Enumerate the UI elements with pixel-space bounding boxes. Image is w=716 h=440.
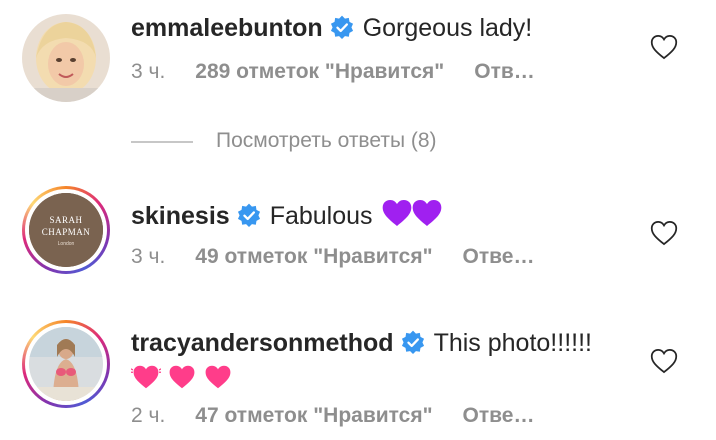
avatar-logo-line3: London (58, 241, 75, 247)
username[interactable]: emmaleebunton (131, 14, 323, 42)
verified-badge-icon (237, 203, 260, 228)
comment-line: emmaleebunton Gorgeous lady! (131, 13, 532, 43)
heart-outline-icon[interactable] (650, 348, 678, 374)
comment-text: Gorgeous lady! (362, 14, 533, 42)
comment-line: tracyandersonmethod This photo!!!!!! (131, 328, 592, 358)
timestamp: 3 ч. (131, 245, 166, 268)
timestamp: 2 ч. (131, 404, 166, 427)
reply-button[interactable]: Отве… (463, 404, 535, 427)
divider (131, 141, 193, 143)
comment-meta: 2 ч. 47 отметок "Нравится" Отве… (131, 404, 564, 428)
reply-button[interactable]: Отве… (463, 245, 535, 268)
pink-heart-emoji (169, 365, 195, 389)
likes-count[interactable]: 289 отметок "Нравится" (195, 60, 444, 83)
comment-line: skinesis Fabulous (131, 198, 444, 231)
timestamp: 3 ч. (131, 60, 166, 83)
comment-text: Fabulous (269, 202, 373, 230)
comment-text: This photo!!!!!! (433, 329, 592, 357)
verified-badge-icon (330, 15, 353, 40)
avatar[interactable]: SARAH CHAPMAN London (22, 186, 110, 274)
brand-logo: SARAH CHAPMAN London (29, 193, 103, 267)
comment-meta: 3 ч. 49 отметок "Нравится" Отве… (131, 245, 564, 269)
view-replies-label: Посмотреть ответы (8) (216, 129, 437, 152)
pink-heart-emoji (131, 365, 161, 389)
likes-count[interactable]: 49 отметок "Нравится" (195, 245, 432, 268)
purple-heart-emoji (382, 200, 411, 226)
username[interactable]: skinesis (131, 202, 230, 230)
pink-heart-emoji (205, 365, 231, 389)
heart-outline-icon[interactable] (650, 220, 678, 246)
emoji-line (131, 364, 233, 391)
verified-badge-icon (401, 330, 424, 355)
avatar-logo-line2: CHAPMAN (42, 227, 91, 237)
purple-heart-emoji (412, 200, 441, 226)
heart-outline-icon[interactable] (650, 34, 678, 60)
avatar[interactable] (22, 320, 110, 408)
likes-count[interactable]: 47 отметок "Нравится" (195, 404, 432, 427)
avatar-logo-line1: SARAH (49, 215, 82, 225)
username[interactable]: tracyandersonmethod (131, 329, 394, 357)
comment-meta: 3 ч. 289 отметок "Нравится" Отв… (131, 60, 565, 84)
reply-button[interactable]: Отв… (474, 60, 535, 83)
avatar[interactable] (22, 14, 110, 102)
